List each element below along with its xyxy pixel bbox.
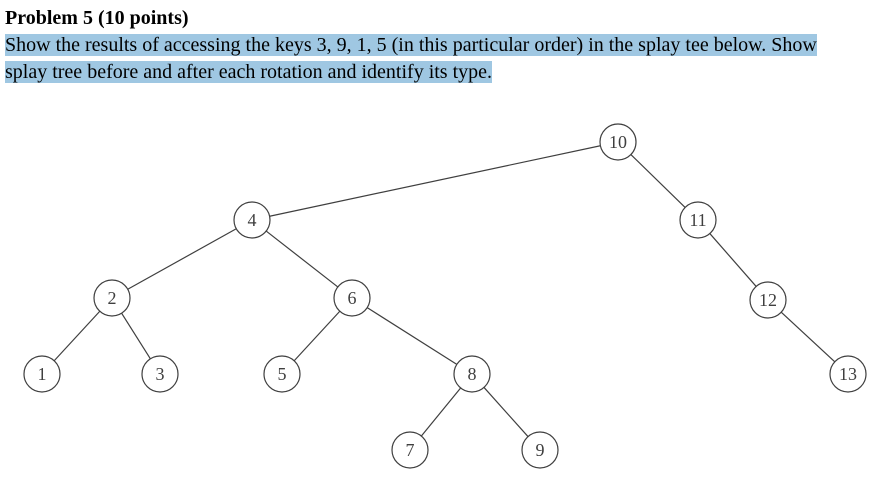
edge-n2-n3 bbox=[122, 313, 151, 359]
node-2: 2 bbox=[94, 280, 130, 316]
node-label-4: 4 bbox=[248, 210, 257, 230]
node-9: 9 bbox=[522, 432, 558, 468]
node-label-10: 10 bbox=[609, 132, 627, 152]
node-12: 12 bbox=[750, 282, 786, 318]
node-label-6: 6 bbox=[348, 288, 357, 308]
node-label-13: 13 bbox=[839, 364, 857, 384]
node-11: 11 bbox=[680, 202, 716, 238]
edge-n8-n7 bbox=[421, 388, 460, 436]
edge-n11-n12 bbox=[710, 234, 756, 287]
node-label-5: 5 bbox=[278, 364, 287, 384]
edge-n2-n1 bbox=[54, 311, 100, 361]
node-label-11: 11 bbox=[689, 210, 706, 230]
node-4: 4 bbox=[234, 202, 270, 238]
edge-n4-n2 bbox=[128, 229, 237, 289]
edges-layer bbox=[54, 146, 835, 437]
node-8: 8 bbox=[454, 356, 490, 392]
node-7: 7 bbox=[392, 432, 428, 468]
node-1: 1 bbox=[24, 356, 60, 392]
nodes-layer: 10411261213581379 bbox=[24, 124, 866, 468]
node-label-1: 1 bbox=[38, 364, 47, 384]
tree-diagram: 10411261213581379 bbox=[0, 0, 887, 501]
edge-n8-n9 bbox=[484, 387, 528, 436]
node-label-8: 8 bbox=[468, 364, 477, 384]
edge-n10-n4 bbox=[270, 146, 601, 216]
edge-n6-n5 bbox=[294, 311, 340, 361]
node-10: 10 bbox=[600, 124, 636, 160]
node-label-3: 3 bbox=[156, 364, 165, 384]
node-label-7: 7 bbox=[406, 440, 415, 460]
node-6: 6 bbox=[334, 280, 370, 316]
node-13: 13 bbox=[830, 356, 866, 392]
page-container: Problem 5 (10 points) Show the results o… bbox=[0, 0, 887, 501]
edge-n12-n13 bbox=[781, 312, 835, 362]
node-label-12: 12 bbox=[759, 290, 777, 310]
node-label-9: 9 bbox=[536, 440, 545, 460]
edge-n6-n8 bbox=[367, 308, 457, 365]
edge-n10-n11 bbox=[631, 155, 685, 208]
edge-n4-n6 bbox=[266, 231, 338, 287]
node-label-2: 2 bbox=[108, 288, 117, 308]
node-3: 3 bbox=[142, 356, 178, 392]
node-5: 5 bbox=[264, 356, 300, 392]
